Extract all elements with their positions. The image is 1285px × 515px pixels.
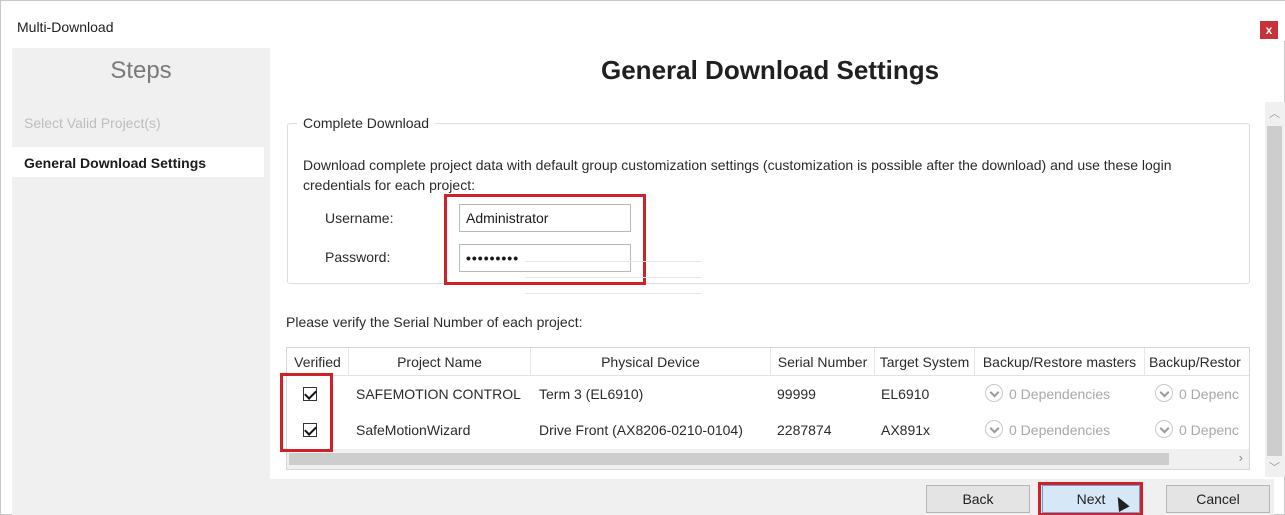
serial-number-cell[interactable]: 2287874 [777,412,873,448]
chevron-down-circle-icon[interactable] [985,384,1003,403]
chevron-down-icon[interactable]: ﹀ [1269,459,1280,475]
group-label-complete-download: Complete Download [297,115,436,131]
target-system-cell: EL6910 [881,386,930,402]
step-select-valid-projects[interactable]: Select Valid Project(s) [24,115,161,131]
table-row[interactable]: SafeMotionWizard Drive Front (AX8206-021… [287,412,1249,448]
steps-header: Steps [110,57,172,84]
verified-checkboxes-highlight-frame [280,373,333,452]
divider [525,293,701,294]
complete-download-group [287,123,1250,284]
column-header-backup-restore-masters[interactable]: Backup/Restore masters [975,348,1145,376]
chevron-down-circle-icon[interactable] [1155,420,1173,439]
verify-serial-prompt: Please verify the Serial Number of each … [286,314,583,330]
vertical-scrollbar[interactable]: ︿ ﹀ [1265,102,1285,477]
physical-device-cell: Term 3 (EL6910) [539,386,644,402]
chevron-right-icon[interactable]: › [1239,450,1243,465]
projects-table: Verified Project Name Physical Device Se… [286,347,1250,470]
backup-masters-cell[interactable]: 0 Dependencies [985,412,1143,448]
page-title: General Download Settings [601,55,940,85]
horizontal-scrollbar[interactable]: › [287,449,1249,469]
dependencies-label: 0 Dependencies [1009,386,1111,402]
column-header-backup-restor[interactable]: Backup/Restor [1145,348,1249,376]
chevron-up-icon[interactable]: ︿ [1269,105,1280,121]
chevron-down-circle-icon[interactable] [1155,384,1173,403]
horizontal-scroll-thumb[interactable] [289,453,1169,465]
step-general-download-settings[interactable]: General Download Settings [24,155,206,171]
column-header-project-name[interactable]: Project Name [349,348,531,376]
dependencies-label: 0 Depenc [1179,422,1239,438]
chevron-down-circle-icon[interactable] [985,420,1003,439]
password-label: Password: [325,249,391,265]
column-header-physical-device[interactable]: Physical Device [531,348,771,376]
column-header-target-system[interactable]: Target System [875,348,975,376]
window-title: Multi-Download [17,19,114,35]
username-label: Username: [325,210,394,226]
steps-panel: Steps Select Valid Project(s) General Do… [12,48,270,480]
divider [525,277,701,278]
column-header-verified[interactable]: Verified [287,348,349,376]
cancel-button[interactable]: Cancel [1166,485,1270,513]
backup-restor-cell[interactable]: 0 Depenc [1155,376,1249,412]
project-name-cell: SAFEMOTION CONTROL [356,386,521,402]
close-icon[interactable]: x [1260,21,1278,39]
divider [525,261,701,262]
physical-device-cell: Drive Front (AX8206-0210-0104) [539,422,743,438]
target-system-cell: AX891x [881,422,931,438]
dependencies-label: 0 Depenc [1179,386,1239,402]
serial-number-cell[interactable]: 99999 [777,376,873,412]
complete-download-description: Download complete project data with defa… [303,157,1172,193]
backup-restor-cell[interactable]: 0 Depenc [1155,412,1249,448]
column-header-serial-number[interactable]: Serial Number [771,348,875,376]
backup-masters-cell[interactable]: 0 Dependencies [985,376,1143,412]
title-bar: Multi-Download x [1,1,1285,41]
back-button[interactable]: Back [926,485,1030,513]
table-row[interactable]: SAFEMOTION CONTROL Term 3 (EL6910) 99999… [287,376,1249,412]
table-header: Verified Project Name Physical Device Se… [287,348,1249,376]
project-name-cell: SafeMotionWizard [356,422,471,438]
dependencies-label: 0 Dependencies [1009,422,1111,438]
credentials-highlight-frame [444,194,646,285]
multi-download-dialog: Multi-Download x Steps Select Valid Proj… [0,0,1285,515]
vertical-scroll-thumb[interactable] [1267,126,1282,456]
next-button-highlight-frame [1038,482,1143,515]
